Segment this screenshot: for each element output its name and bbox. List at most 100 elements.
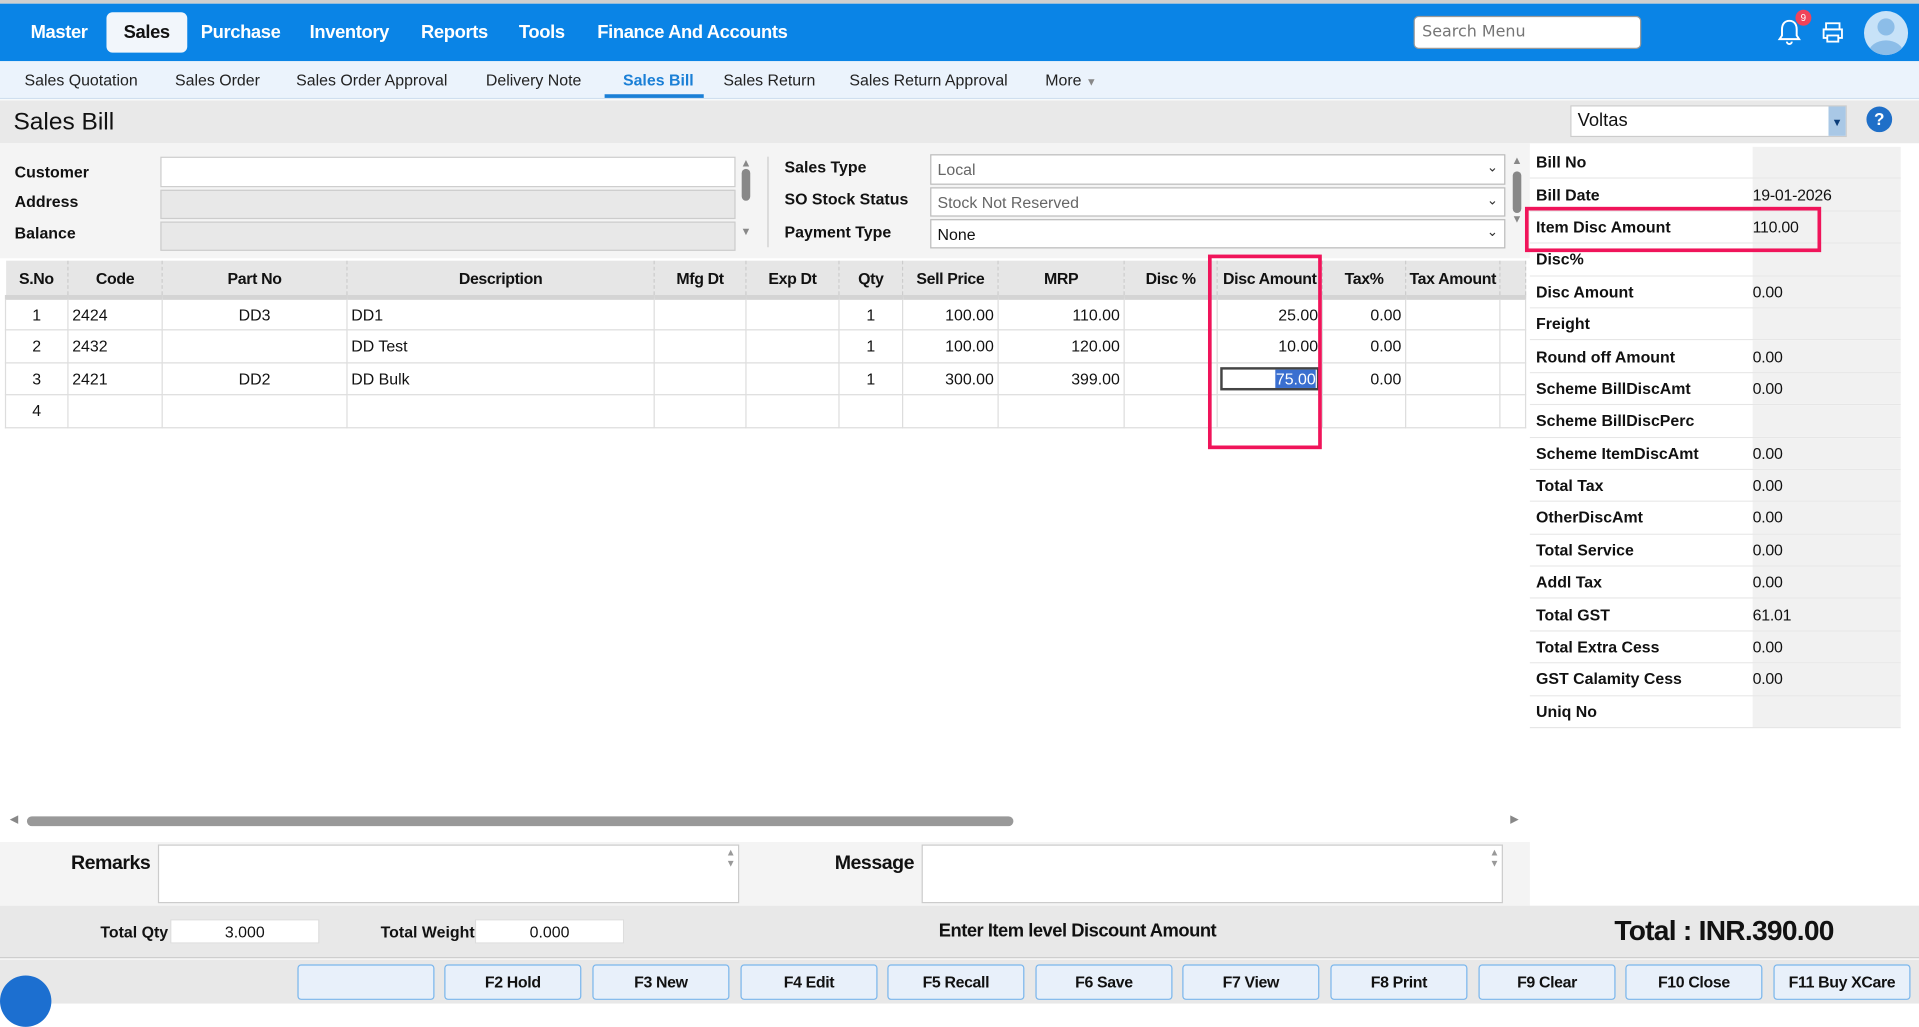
grid-cell-mrp[interactable]: 120.00 [997,329,1125,363]
grid-cell-s-no[interactable]: 3 [4,361,69,396]
grid-cell-mfg-dt[interactable] [653,329,747,363]
nav-sales[interactable]: Sales [106,12,187,53]
grid-cell-qty[interactable]: 1 [838,329,904,363]
grid-cell-qty[interactable]: 1 [838,296,904,331]
grid-cell-mfg-dt[interactable] [653,361,747,396]
subnav-sales-order[interactable]: Sales Order [175,71,260,89]
subnav-sales-quotation[interactable]: Sales Quotation [24,71,137,89]
grid-cell-s-no[interactable]: 2 [4,329,69,363]
grid-cell-disc-[interactable] [1123,296,1218,331]
grid-cell-qty[interactable]: 1 [838,361,904,396]
so-stock-status-select[interactable]: Stock Not Reserved ⌄ [930,187,1506,217]
function-button-f9-clear[interactable]: F9 Clear [1478,964,1616,1000]
function-button-f10-close[interactable]: F10 Close [1625,964,1763,1000]
grid-cell-code[interactable]: 2424 [67,296,163,331]
grid-cell-exp-dt[interactable] [745,361,840,396]
nav-purchase[interactable]: Purchase [201,22,281,43]
subnav-sales-return[interactable]: Sales Return [723,71,815,89]
grid-cell-exp-dt[interactable] [745,394,840,428]
grid-cell-tax-amount[interactable] [1405,296,1501,331]
grid-cell-description[interactable]: DD Test [346,329,655,363]
grid-cell-description[interactable]: DD Bulk [346,361,655,396]
scroll-thumb[interactable] [26,816,1014,827]
summary-label: Scheme BillDiscPerc [1529,405,1753,437]
nav-reports[interactable]: Reports [421,22,488,43]
column-header: Tax% [1322,260,1407,300]
grid-cell-description[interactable]: DD1 [346,296,655,331]
remarks-textarea[interactable]: ▲ ▼ [157,844,740,904]
function-button-f5-recall[interactable]: F5 Recall [887,964,1025,1000]
scroll-up-icon: ▲ [1511,154,1523,167]
grid-cell-sell-price[interactable]: 100.00 [902,296,999,331]
grid-cell-sell-price[interactable]: 100.00 [902,329,999,363]
summary-row: Total Tax 0.00 [1529,469,1901,503]
search-menu-input[interactable] [1413,15,1642,49]
grid-cell-exp-dt[interactable] [745,296,840,331]
grid-cell-tax-[interactable]: 0.00 [1321,329,1407,363]
avatar[interactable] [1863,11,1909,56]
grid-cell-disc-[interactable] [1123,394,1218,428]
grid-cell-mrp[interactable] [997,394,1125,428]
function-button-f6-save[interactable]: F6 Save [1035,964,1173,1000]
grid-cell-s-no[interactable]: 4 [4,394,69,428]
grid-cell-mfg-dt[interactable] [653,394,747,428]
grid-cell-tax-amount[interactable] [1405,394,1501,428]
sales-type-select[interactable]: Local ⌄ [930,154,1506,185]
grid-cell-filler [1499,296,1527,331]
summary-row: Round off Amount 0.00 [1529,340,1901,373]
subnav-sales-bill[interactable]: Sales Bill [623,71,694,89]
grid-cell-mrp[interactable]: 110.00 [997,296,1125,331]
function-button-f8-print[interactable]: F8 Print [1330,964,1468,1000]
company-select[interactable]: Voltas ▼ [1570,105,1847,138]
help-icon[interactable]: ? [1866,106,1893,133]
grid-cell-mfg-dt[interactable] [653,296,747,331]
grid-cell-tax-[interactable]: 0.00 [1321,361,1407,396]
grid-cell-tax-[interactable] [1321,394,1407,428]
message-textarea[interactable]: ▲ ▼ [921,844,1503,904]
grid-cell-tax-amount[interactable] [1405,361,1501,396]
grid-cell-sell-price[interactable]: 300.00 [902,361,999,396]
grid-cell-disc-[interactable] [1123,329,1218,363]
grid-cell-part-no[interactable]: DD2 [161,361,348,396]
summary-row: Disc Amount 0.00 [1529,276,1901,309]
nav-tools[interactable]: Tools [519,22,565,43]
grid-cell-description[interactable] [346,394,655,428]
grid-cell-s-no[interactable]: 1 [4,296,69,331]
grid-cell-part-no[interactable] [161,394,348,428]
grid-cell-code[interactable]: 2432 [67,329,163,363]
grid-cell-tax-[interactable]: 0.00 [1321,296,1407,331]
summary-label: GST Calamity Cess [1529,663,1753,695]
subnav-more[interactable]: More ▼ [1045,71,1097,89]
grid-cell-code[interactable]: 2421 [67,361,163,396]
printer-icon[interactable] [1821,21,1844,44]
grid-cell-disc-[interactable] [1123,361,1218,396]
payment-type-select[interactable]: None ⌄ [930,219,1506,249]
grid-cell-qty[interactable] [838,394,904,428]
function-button-f4-edit[interactable]: F4 Edit [740,964,878,1000]
chat-widget-icon[interactable] [0,975,52,1027]
function-button-f2-hold[interactable]: F2 Hold [444,964,582,1000]
grid-cell-sell-price[interactable] [902,394,999,428]
function-button-f11-buy-xcare[interactable]: F11 Buy XCare [1773,964,1911,1000]
function-button-blank[interactable] [297,964,435,1000]
subnav-sales-order-approval[interactable]: Sales Order Approval [296,71,447,89]
grid-cell-part-no[interactable]: DD3 [161,296,348,331]
function-button-f7-view[interactable]: F7 View [1182,964,1320,1000]
grid-cell-tax-amount[interactable] [1405,329,1501,363]
summary-label: Total Extra Cess [1529,631,1753,663]
nav-inventory[interactable]: Inventory [310,22,390,43]
subnav-sales-return-approval[interactable]: Sales Return Approval [849,71,1007,89]
grid-cell-mrp[interactable]: 399.00 [997,361,1125,396]
function-button-f3-new[interactable]: F3 New [592,964,730,1000]
header-scrollbar[interactable]: ▲ ▼ [739,157,752,252]
customer-input[interactable] [160,156,736,188]
subnav-delivery-note[interactable]: Delivery Note [486,71,582,89]
grid-cell-part-no[interactable] [161,329,348,363]
summary-value: 0.00 [1752,276,1901,308]
nav-master[interactable]: Master [31,22,88,43]
horizontal-scrollbar[interactable]: ◀ ▶ [10,813,1523,829]
nav-finance[interactable]: Finance And Accounts [597,22,788,43]
header-right-scrollbar[interactable]: ▲ ▼ [1510,154,1523,249]
grid-cell-exp-dt[interactable] [745,329,840,363]
grid-cell-code[interactable] [67,394,163,428]
